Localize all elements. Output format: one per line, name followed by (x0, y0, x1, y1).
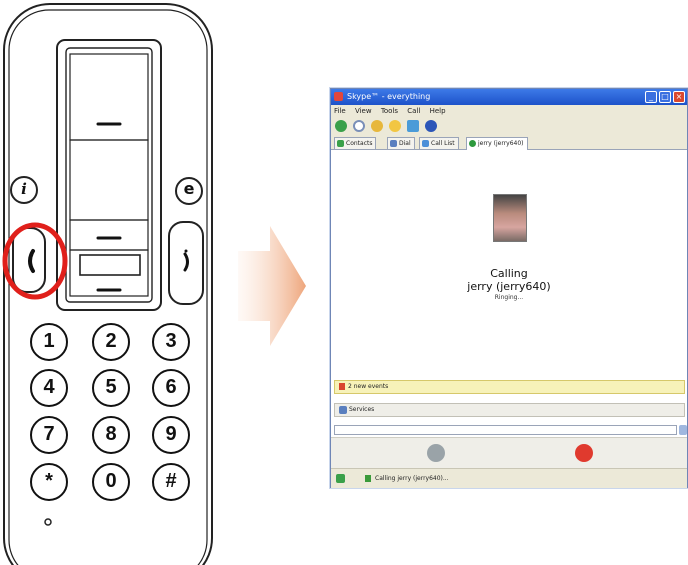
status-flag-icon (365, 475, 371, 482)
key-star[interactable]: * (30, 463, 68, 501)
tab-contacts-label: Contacts (346, 140, 373, 147)
key-8[interactable]: 8 (92, 416, 130, 454)
key-5[interactable]: 5 (92, 369, 130, 407)
key-label: # (165, 470, 177, 492)
services-bar[interactable]: Services (334, 403, 685, 417)
status-bar: Calling jerry (jerry640)... (331, 468, 687, 488)
search-icon[interactable] (353, 120, 365, 132)
tab-contacts[interactable]: Contacts (334, 137, 377, 149)
status-text: Calling jerry (jerry640)... (375, 475, 449, 482)
key-hash[interactable]: # (152, 463, 190, 501)
dial-icon (390, 140, 397, 147)
call-status-icon (469, 140, 476, 147)
key-1[interactable]: 1 (30, 323, 68, 361)
key-label: 4 (43, 376, 55, 398)
events-bar[interactable]: 2 new events (334, 380, 685, 394)
end-key-handset-glyph (183, 252, 189, 272)
key-label: 1 (43, 330, 55, 352)
key-3[interactable]: 3 (152, 323, 190, 361)
toolbar (331, 117, 687, 135)
call-key-handset-glyph (28, 249, 35, 273)
share-icon[interactable] (389, 120, 401, 132)
close-button[interactable]: × (673, 91, 685, 103)
dial-input[interactable] (334, 425, 677, 435)
key-7[interactable]: 7 (30, 416, 68, 454)
tab-active-call[interactable]: jerry (jerry640) (466, 137, 528, 150)
tab-call-list[interactable]: Call List (419, 137, 459, 149)
title-bar: Skype™ - everything _ □ × (331, 89, 687, 105)
call-panel: Calling jerry (jerry640) Ringing... (331, 150, 687, 373)
menu-bar: File View Tools Call Help (331, 105, 687, 117)
contact-name: jerry (jerry640) (467, 280, 551, 293)
calling-label: Calling (490, 267, 528, 280)
key-label: * (45, 470, 53, 492)
menu-tools[interactable]: Tools (381, 107, 398, 115)
key-4[interactable]: 4 (30, 369, 68, 407)
info-key-label: i (21, 180, 27, 198)
skype-app-icon (334, 92, 343, 101)
key-label: 8 (105, 423, 117, 445)
tab-dial[interactable]: Dial (387, 137, 415, 149)
services-label: Services (349, 406, 375, 413)
key-label: 5 (105, 376, 117, 398)
profile-icon[interactable] (407, 120, 419, 132)
call-button-icon[interactable] (427, 444, 445, 462)
contact-avatar (493, 194, 527, 242)
online-status-icon[interactable] (336, 474, 345, 483)
key-label: 2 (105, 330, 117, 352)
dial-go-button[interactable] (679, 425, 687, 435)
tab-call-list-label: Call List (431, 140, 455, 147)
arrow-icon (238, 226, 306, 346)
menu-file[interactable]: File (334, 107, 346, 115)
info-icon[interactable] (425, 120, 437, 132)
conference-icon[interactable] (371, 120, 383, 132)
menu-call[interactable]: Call (407, 107, 420, 115)
window-title: Skype™ - everything (347, 92, 431, 101)
skype-window: Skype™ - everything _ □ × File View Tool… (330, 88, 688, 488)
call-status: Ringing... (494, 294, 524, 301)
flag-icon (339, 383, 345, 390)
email-key-label: e (183, 179, 195, 198)
hangup-button-icon[interactable] (575, 444, 593, 462)
contacts-icon (337, 140, 344, 147)
key-2[interactable]: 2 (92, 323, 130, 361)
key-label: 3 (165, 330, 177, 352)
services-icon (339, 406, 347, 414)
call-controls (331, 437, 687, 468)
key-label: 9 (165, 423, 177, 445)
tab-bar: Contacts Dial Call List jerry (jerry640) (331, 135, 687, 150)
menu-view[interactable]: View (355, 107, 372, 115)
key-label: 7 (43, 423, 55, 445)
key-6[interactable]: 6 (152, 369, 190, 407)
tab-dial-label: Dial (399, 140, 411, 147)
menu-help[interactable]: Help (430, 107, 446, 115)
key-0[interactable]: 0 (92, 463, 130, 501)
events-label: 2 new events (348, 383, 389, 390)
call-list-icon (422, 140, 429, 147)
tab-active-call-label: jerry (jerry640) (478, 140, 524, 147)
minimize-button[interactable]: _ (645, 91, 657, 103)
key-label: 0 (105, 470, 117, 492)
key-9[interactable]: 9 (152, 416, 190, 454)
key-label: 6 (165, 376, 177, 398)
maximize-button[interactable]: □ (659, 91, 671, 103)
add-contact-icon[interactable] (335, 120, 347, 132)
